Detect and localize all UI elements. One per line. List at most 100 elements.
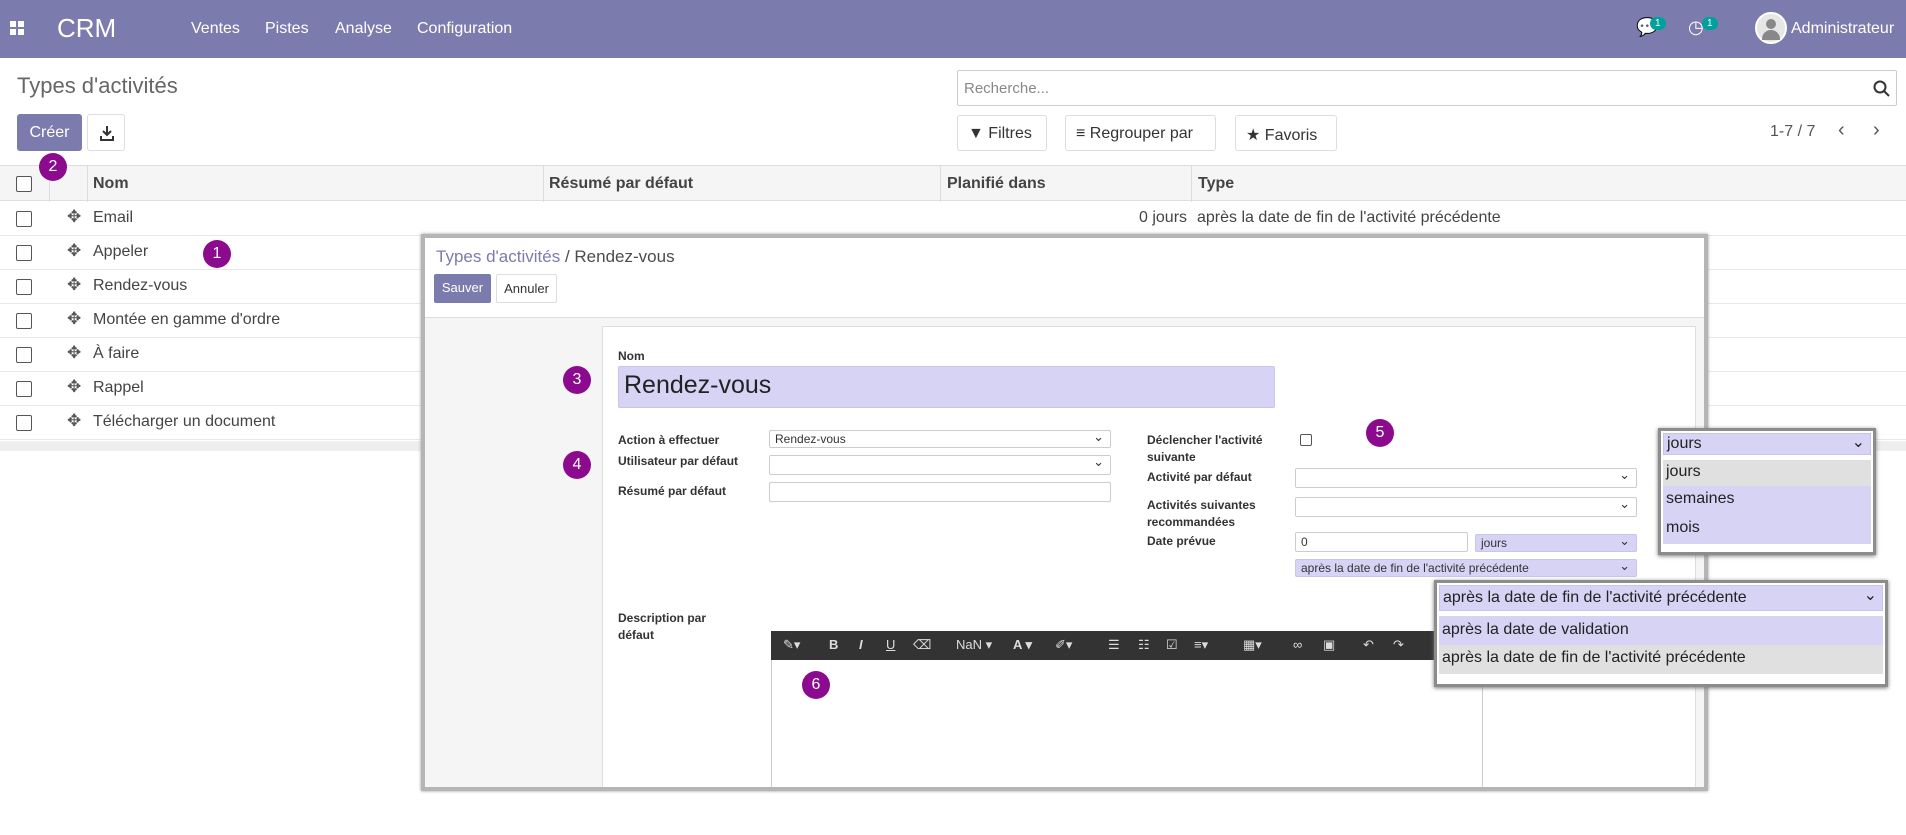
drag-handle-icon[interactable]: ✥	[67, 207, 81, 227]
unit-option-mois[interactable]: mois	[1663, 515, 1871, 544]
row-checkbox[interactable]	[16, 211, 32, 227]
planned-date-label: Date prévue	[1147, 534, 1216, 548]
create-button[interactable]: Créer	[17, 114, 82, 151]
unit-selected-label: jours	[1667, 435, 1702, 452]
select-all-checkbox[interactable]	[16, 176, 32, 192]
row-checkbox[interactable]	[16, 313, 32, 329]
table-row[interactable]: ✥ Email 0 jours après la date de fin de …	[0, 202, 1906, 236]
underline-icon[interactable]: U	[886, 637, 895, 652]
column-type[interactable]: Type	[1198, 175, 1234, 193]
action-select[interactable]: Rendez-vous	[769, 429, 1111, 448]
link-icon[interactable]: ∞	[1293, 637, 1302, 652]
unit-option-jours[interactable]: jours	[1663, 460, 1871, 486]
trigger-next-label: Déclencher l'activité suivante	[1147, 433, 1263, 464]
drag-handle-icon[interactable]: ✥	[67, 241, 81, 261]
breadcrumb-parent[interactable]: Types d'activités	[436, 247, 560, 266]
pager-prev-icon[interactable]: ‹	[1838, 119, 1845, 142]
default-user-select[interactable]	[769, 454, 1111, 475]
name-input[interactable]: Rendez-vous	[618, 366, 1275, 408]
row-checkbox[interactable]	[16, 381, 32, 397]
row-planned: 0 jours	[1139, 209, 1188, 226]
apps-menu-icon[interactable]	[10, 21, 25, 36]
eraser-icon[interactable]: ⌫	[913, 637, 931, 653]
menu-pistes[interactable]: Pistes	[265, 20, 309, 38]
pager-value[interactable]: 1-7 / 7	[1770, 123, 1815, 141]
option-label: semaines	[1666, 490, 1735, 507]
group-by-label: Regrouper par	[1089, 125, 1193, 142]
filter-icon: ▼	[968, 125, 984, 142]
breadcrumb: Types d'activités / Rendez-vous	[436, 247, 675, 267]
bold-icon[interactable]: B	[829, 637, 838, 652]
font-color-icon[interactable]: A ▾	[1013, 637, 1032, 653]
date-reference-select[interactable]: après la date de fin de l'activité précé…	[1295, 558, 1637, 577]
marker-2: 2	[39, 153, 67, 181]
column-planifie[interactable]: Planifié dans	[947, 175, 1046, 193]
user-menu[interactable]: Administrateur	[1791, 20, 1894, 38]
numbered-list-icon[interactable]: ☷	[1138, 637, 1150, 653]
download-button[interactable]	[87, 114, 125, 151]
italic-icon[interactable]: I	[859, 637, 863, 652]
redo-icon[interactable]: ↷	[1393, 637, 1404, 653]
pager-next-icon[interactable]: ›	[1873, 119, 1880, 142]
drag-handle-icon[interactable]: ✥	[67, 343, 81, 363]
list-header: Nom Résumé par défaut Planifié dans Type	[0, 165, 1906, 202]
filters-button[interactable]: ▼ Filtres	[957, 115, 1047, 151]
group-by-button[interactable]: ≡ Regrouper par	[1065, 115, 1216, 151]
column-nom[interactable]: Nom	[93, 175, 129, 193]
trigger-next-checkbox[interactable]	[1300, 434, 1312, 446]
user-avatar[interactable]	[1755, 12, 1787, 44]
recommended-activities-label: Activités suivantes recommandées	[1147, 498, 1256, 529]
download-icon	[100, 126, 114, 141]
planned-date-input[interactable]: 0	[1295, 532, 1468, 552]
unit-dropdown-selected[interactable]: jours ⌄	[1663, 433, 1871, 455]
bulleted-list-icon[interactable]: ☰	[1108, 637, 1120, 653]
date-ref-dropdown-selected[interactable]: après la date de fin de l'activité précé…	[1439, 585, 1883, 611]
drag-handle-icon[interactable]: ✥	[67, 377, 81, 397]
search-icon[interactable]	[1873, 80, 1890, 97]
date-unit-select[interactable]: jours	[1475, 533, 1637, 552]
default-summary-input[interactable]	[769, 482, 1111, 502]
description-editor[interactable]	[771, 660, 1483, 787]
activities-clock-icon[interactable]: ◷	[1688, 17, 1704, 38]
marker-3: 3	[563, 366, 591, 394]
drag-handle-icon[interactable]: ✥	[67, 411, 81, 431]
unit-option-semaines[interactable]: semaines	[1663, 486, 1871, 515]
row-checkbox[interactable]	[16, 279, 32, 295]
column-resume[interactable]: Résumé par défaut	[549, 175, 693, 193]
drag-handle-icon[interactable]: ✥	[67, 275, 81, 295]
favorites-label: Favoris	[1264, 127, 1318, 144]
menu-analyse[interactable]: Analyse	[335, 20, 392, 38]
paintbrush-icon[interactable]: ✐▾	[1055, 637, 1072, 653]
save-button[interactable]: Sauver	[434, 274, 491, 303]
font-size-select[interactable]: NaN ▾	[956, 637, 992, 653]
menu-ventes[interactable]: Ventes	[191, 20, 240, 38]
align-icon[interactable]: ≡▾	[1194, 637, 1208, 653]
image-icon[interactable]: ▣	[1323, 637, 1335, 653]
row-checkbox[interactable]	[16, 347, 32, 363]
date-ref-option-validation[interactable]: après la date de validation	[1439, 616, 1883, 645]
search-input[interactable]: Recherche...	[957, 70, 1897, 106]
app-brand[interactable]: CRM	[57, 13, 116, 44]
search-placeholder: Recherche...	[964, 80, 1050, 97]
option-label: après la date de validation	[1442, 621, 1629, 638]
name-label: Nom	[618, 349, 645, 363]
default-activity-select[interactable]	[1295, 467, 1637, 488]
row-checkbox[interactable]	[16, 245, 32, 261]
cancel-button[interactable]: Annuler	[496, 274, 557, 303]
option-label: jours	[1666, 463, 1701, 480]
form-sheet: Nom Rendez-vous Action à effectuer Rende…	[602, 326, 1696, 787]
magic-wand-icon[interactable]: ✎▾	[783, 637, 800, 653]
table-icon[interactable]: ▦▾	[1243, 637, 1262, 653]
date-ref-option-previous-end[interactable]: après la date de fin de l'activité précé…	[1439, 645, 1883, 674]
drag-handle-icon[interactable]: ✥	[67, 309, 81, 329]
menu-configuration[interactable]: Configuration	[417, 20, 512, 38]
favorites-button[interactable]: ★ Favoris	[1235, 115, 1337, 151]
recommended-activities-select[interactable]	[1295, 496, 1637, 517]
top-navbar: CRM Ventes Pistes Analyse Configuration …	[0, 0, 1906, 58]
row-checkbox[interactable]	[16, 415, 32, 431]
undo-icon[interactable]: ↶	[1363, 637, 1374, 653]
marker-4: 4	[563, 451, 591, 479]
date-reference-dropdown-popup: après la date de fin de l'activité précé…	[1434, 580, 1888, 687]
date-ref-selected-label: après la date de fin de l'activité précé…	[1443, 589, 1747, 606]
checklist-icon[interactable]: ☑	[1166, 637, 1178, 653]
